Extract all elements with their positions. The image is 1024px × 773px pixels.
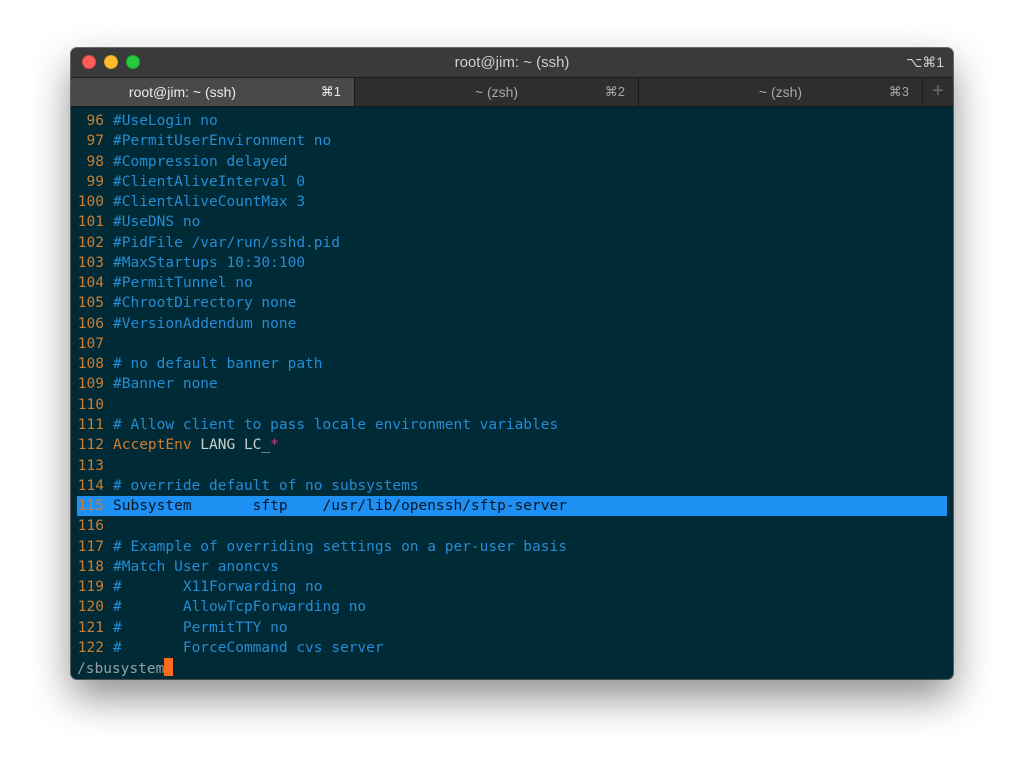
line-code: # AllowTcpForwarding no: [113, 599, 367, 616]
line-number: 105: [77, 295, 104, 312]
wildcard: *: [270, 437, 279, 454]
line-code: #ClientAliveCountMax 3: [113, 194, 306, 211]
line-number: 115: [77, 498, 104, 515]
line-code: #Banner none: [113, 376, 218, 393]
code-line: 109 #Banner none: [77, 374, 953, 394]
window-shortcut: ⌥⌘1: [906, 54, 944, 70]
line-number: 101: [77, 214, 104, 231]
line-code: #ChrootDirectory none: [113, 295, 297, 312]
line-code: # Example of overriding settings on a pe…: [113, 538, 567, 555]
line-code: # ForceCommand cvs server: [113, 639, 384, 656]
tab-zsh-1[interactable]: ~ (zsh) ⌘2: [355, 78, 639, 106]
code-line: 121 # PermitTTY no: [77, 618, 953, 638]
line-number: 106: [77, 315, 104, 332]
config-value: LANG LC_: [191, 437, 271, 454]
tab-label: root@jim: ~ (ssh): [128, 84, 237, 100]
code-line: 108 # no default banner path: [77, 354, 953, 374]
tab-ssh[interactable]: root@jim: ~ (ssh) ⌘1: [71, 78, 355, 106]
line-number: 100: [77, 194, 104, 211]
code-line: 97 #PermitUserEnvironment no: [77, 131, 953, 151]
line-number: 97: [86, 133, 104, 150]
line-number: 118: [77, 558, 104, 575]
code-line: 102 #PidFile /var/run/sshd.pid: [77, 233, 953, 253]
code-line: 101 #UseDNS no: [77, 212, 953, 232]
tab-label: ~ (zsh): [474, 84, 519, 100]
line-number: 104: [77, 275, 104, 292]
line-code: # Allow client to pass locale environmen…: [113, 416, 559, 433]
line-number: 119: [77, 579, 104, 596]
line-number: 111: [77, 416, 104, 433]
line-code: # PermitTTY no: [113, 619, 288, 636]
line-number: 98: [86, 153, 104, 170]
line-code: #Compression delayed: [113, 153, 288, 170]
line-number: 120: [77, 599, 104, 616]
line-number: 114: [77, 477, 104, 494]
code-line: 120 # AllowTcpForwarding no: [77, 597, 953, 617]
line-code: #MaxStartups 10:30:100: [113, 254, 306, 271]
terminal-window: root@jim: ~ (ssh) ⌥⌘1 root@jim: ~ (ssh) …: [71, 48, 953, 679]
line-code: #VersionAddendum none: [113, 315, 297, 332]
line-code: # X11Forwarding no: [113, 579, 323, 596]
command-line[interactable]: /sbusystem: [77, 658, 953, 678]
code-line: 122 # ForceCommand cvs server: [77, 638, 953, 658]
line-number: 121: [77, 619, 104, 636]
line-number: 96: [86, 113, 104, 129]
code-line: 116: [77, 516, 953, 536]
code-line: 107: [77, 334, 953, 354]
code-line: 117 # Example of overriding settings on a…: [77, 537, 953, 557]
title-bar[interactable]: root@jim: ~ (ssh) ⌥⌘1: [71, 48, 953, 78]
command-text: /sbusystem: [77, 661, 165, 678]
tab-shortcut: ⌘2: [604, 84, 625, 99]
new-tab-button[interactable]: +: [923, 78, 953, 106]
config-keyword: AcceptEnv: [113, 437, 192, 454]
code-line: 104 #PermitTunnel no: [77, 273, 953, 293]
window-title: root@jim: ~ (ssh): [454, 54, 570, 71]
line-code: # no default banner path: [113, 356, 323, 373]
line-number: 110: [77, 396, 104, 413]
code-line: 99 #ClientAliveInterval 0: [77, 172, 953, 192]
code-line: 113: [77, 456, 953, 476]
tab-zsh-2[interactable]: ~ (zsh) ⌘3: [639, 78, 923, 106]
line-code: # override default of no subsystems: [113, 477, 419, 494]
line-number: 103: [77, 254, 104, 271]
code-line: 96 #UseLogin no: [77, 111, 953, 131]
line-number: 102: [77, 234, 104, 251]
line-number: 117: [77, 538, 104, 555]
code-line: 112 AcceptEnv LANG LC_*: [77, 435, 953, 455]
line-code: #ClientAliveInterval 0: [113, 173, 306, 190]
line-code: #PermitTunnel no: [113, 275, 253, 292]
code-line: 114 # override default of no subsystems: [77, 476, 953, 496]
line-number: 116: [77, 518, 104, 535]
line-number: 112: [77, 437, 104, 454]
tab-label: ~ (zsh): [758, 84, 803, 100]
line-code: #UseDNS no: [113, 214, 201, 231]
line-code: #Match User anoncvs: [113, 558, 279, 575]
line-number: 108: [77, 356, 104, 373]
code-line: 105 #ChrootDirectory none: [77, 293, 953, 313]
tab-bar: root@jim: ~ (ssh) ⌘1 ~ (zsh) ⌘2 ~ (zsh) …: [71, 78, 953, 107]
line-number: 113: [77, 457, 104, 474]
line-code: #PidFile /var/run/sshd.pid: [113, 234, 340, 251]
line-code: #UseLogin no: [113, 113, 218, 129]
tab-shortcut: ⌘1: [320, 84, 341, 99]
tab-shortcut: ⌘3: [888, 84, 909, 99]
code-line: 110: [77, 395, 953, 415]
code-line: 111 # Allow client to pass locale environ…: [77, 415, 953, 435]
line-number: 99: [86, 173, 104, 190]
highlighted-line: 115 Subsystem sftp /usr/lib/openssh/sftp-…: [77, 496, 947, 517]
text-cursor: [164, 658, 174, 677]
code-line: 100 #ClientAliveCountMax 3: [77, 192, 953, 212]
code-line: 118 #Match User anoncvs: [77, 557, 953, 577]
line-number: 122: [77, 639, 104, 656]
terminal-content[interactable]: 96 #UseLogin no 97 #PermitUserEnvironment n…: [71, 107, 953, 678]
code-line: 103 #MaxStartups 10:30:100: [77, 253, 953, 273]
line-code: #PermitUserEnvironment no: [113, 133, 332, 150]
line-number: 109: [77, 376, 104, 393]
line-number: 107: [77, 335, 104, 352]
code-line: 106 #VersionAddendum none: [77, 314, 953, 334]
code-line: 119 # X11Forwarding no: [77, 577, 953, 597]
code-line: 98 #Compression delayed: [77, 152, 953, 172]
line-code: Subsystem sftp /usr/lib/openssh/sftp-ser…: [113, 498, 567, 515]
